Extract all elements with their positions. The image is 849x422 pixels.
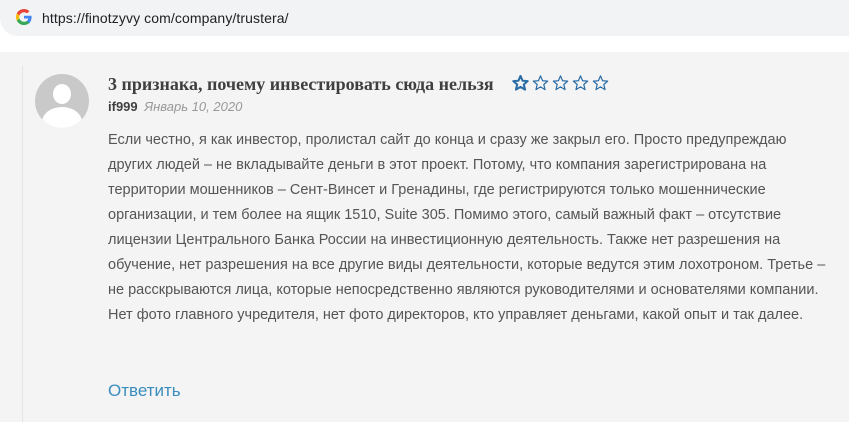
avatar-head xyxy=(53,84,71,104)
star-filled-icon xyxy=(512,74,529,91)
comment-title: 3 признака, почему инвестировать сюда не… xyxy=(108,74,494,94)
comment-text: Если честно, я как инвестор, пролистал с… xyxy=(108,132,826,323)
avatar-body xyxy=(42,107,82,128)
avatar xyxy=(35,74,89,128)
comment-date: Январь 10, 2020 xyxy=(144,99,243,114)
star-empty-icon xyxy=(572,75,589,91)
star-empty-icon xyxy=(532,75,549,91)
comment-author[interactable]: if999 xyxy=(108,99,138,114)
star-empty-icon xyxy=(592,75,609,91)
google-g-icon xyxy=(16,9,32,25)
comment-meta: if999 Январь 10, 2020 xyxy=(108,99,242,114)
url-text[interactable]: https://finotzyvy com/company/trustera/ xyxy=(42,10,289,26)
address-bar[interactable]: https://finotzyvy com/company/trustera/ xyxy=(0,0,849,36)
reply-link[interactable]: Ответить xyxy=(108,381,181,401)
star-rating xyxy=(512,74,609,94)
star-empty-icon xyxy=(552,75,569,91)
